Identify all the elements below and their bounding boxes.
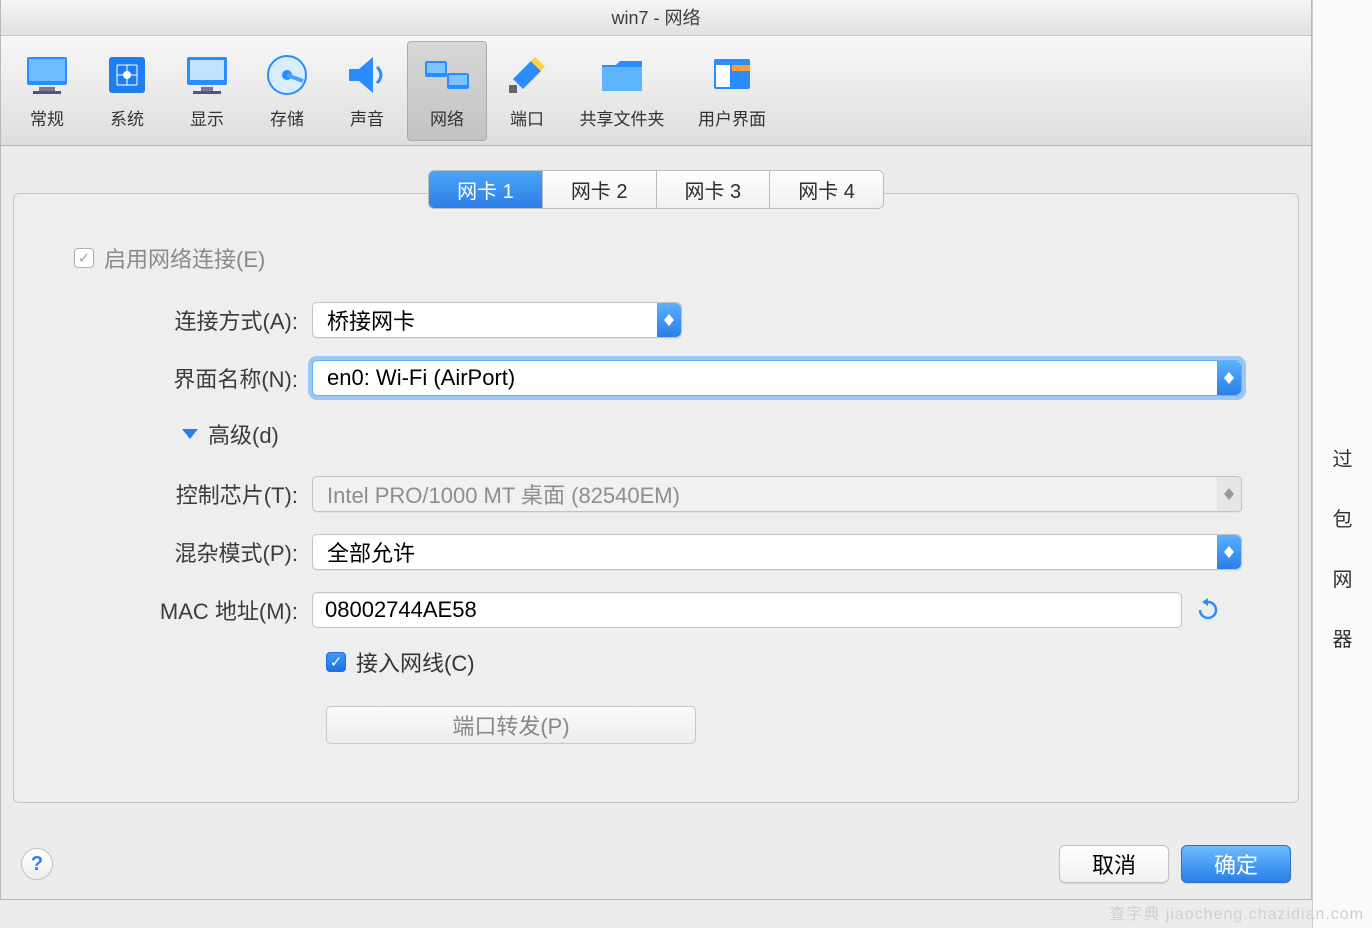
interface-name-label: 界面名称(N): [62,362,312,394]
enable-network-checkbox[interactable]: ✓ [74,248,94,268]
tab-adapter-2[interactable]: 网卡 2 [543,171,657,208]
category-label: 显示 [190,105,224,130]
mac-address-value: 08002744AE58 [325,597,477,623]
adapter-type-label: 控制芯片(T): [62,478,312,510]
chevron-up-down-icon [1217,361,1241,395]
enable-network-label: 启用网络连接(E) [104,242,265,274]
category-storage[interactable]: 存储 [247,41,327,141]
monitor-icon [23,51,71,99]
chevron-up-down-icon [1217,477,1241,511]
attached-to-select[interactable]: 桥接网卡 [312,302,682,338]
advanced-label: 高级(d) [208,418,279,450]
advanced-disclosure[interactable]: 高级(d) [182,418,1250,450]
ok-button[interactable]: 确定 [1181,845,1291,883]
tab-adapter-3[interactable]: 网卡 3 [657,171,771,208]
refresh-icon [1196,598,1220,622]
category-shared-folders[interactable]: 共享文件夹 [567,41,677,141]
speaker-icon [343,51,391,99]
display-icon [183,51,231,99]
category-label: 系统 [110,105,144,130]
dialog-footer: ? 取消 确定 [1,845,1311,883]
adapter-type-value: Intel PRO/1000 MT 桌面 (82540EM) [327,478,680,510]
category-ports[interactable]: 端口 [487,41,567,141]
cable-connected-checkbox[interactable]: ✓ [326,652,346,672]
adapter-type-select: Intel PRO/1000 MT 桌面 (82540EM) [312,476,1242,512]
category-label: 存储 [270,105,304,130]
tab-adapter-4[interactable]: 网卡 4 [770,171,883,208]
promiscuous-mode-label: 混杂模式(P): [62,536,312,568]
main-content: 网卡 1 网卡 2 网卡 3 网卡 4 ✓ 启用网络连接(E) 连接方式(A):… [1,146,1311,815]
attached-to-label: 连接方式(A): [62,304,312,336]
disk-icon [263,51,311,99]
category-label: 声音 [350,105,384,130]
category-system[interactable]: 系统 [87,41,167,141]
chevron-up-down-icon [1217,535,1241,569]
window-title: win7 - 网络 [1,0,1311,36]
category-label: 共享文件夹 [580,105,665,130]
category-audio[interactable]: 声音 [327,41,407,141]
chip-icon [103,51,151,99]
tab-adapter-1[interactable]: 网卡 1 [429,171,543,208]
category-label: 端口 [510,105,544,130]
triangle-down-icon [182,429,198,439]
promiscuous-mode-select[interactable]: 全部允许 [312,534,1242,570]
category-label: 用户界面 [698,105,766,130]
chevron-up-down-icon [657,303,681,337]
category-general[interactable]: 常规 [7,41,87,141]
port-forwarding-button: 端口转发(P) [326,706,696,744]
promiscuous-mode-value: 全部允许 [327,536,415,568]
interface-name-value: en0: Wi-Fi (AirPort) [327,365,515,391]
folder-icon [598,51,646,99]
cancel-button[interactable]: 取消 [1059,845,1169,883]
ports-icon [503,51,551,99]
category-user-interface[interactable]: 用户界面 [677,41,787,141]
category-toolbar: 常规 系统 显示 存储 声音 [1,36,1311,146]
attached-to-value: 桥接网卡 [327,304,415,336]
category-network[interactable]: 网络 [407,41,487,141]
mac-address-label: MAC 地址(M): [62,594,312,626]
enable-network-row: ✓ 启用网络连接(E) [74,242,1250,274]
interface-name-select[interactable]: en0: Wi-Fi (AirPort) [312,360,1242,396]
adapter-panel: ✓ 启用网络连接(E) 连接方式(A): 桥接网卡 界面名称(N): en0: … [13,193,1299,803]
category-label: 网络 [430,105,464,130]
settings-window: win7 - 网络 常规 系统 显示 存储 [0,0,1312,900]
adapter-tabs: 网卡 1 网卡 2 网卡 3 网卡 4 [13,170,1299,209]
mac-address-input[interactable]: 08002744AE58 [312,592,1182,628]
category-display[interactable]: 显示 [167,41,247,141]
help-button[interactable]: ? [21,848,53,880]
ui-icon [708,51,756,99]
network-icon [423,51,471,99]
cable-connected-label: 接入网线(C) [356,646,475,678]
background-window-edge: 过 包 网 器 [1312,0,1372,928]
category-label: 常规 [30,105,64,130]
watermark-text: 查字典 jiaocheng.chazidian.com [1109,900,1364,924]
refresh-mac-button[interactable] [1194,596,1222,624]
